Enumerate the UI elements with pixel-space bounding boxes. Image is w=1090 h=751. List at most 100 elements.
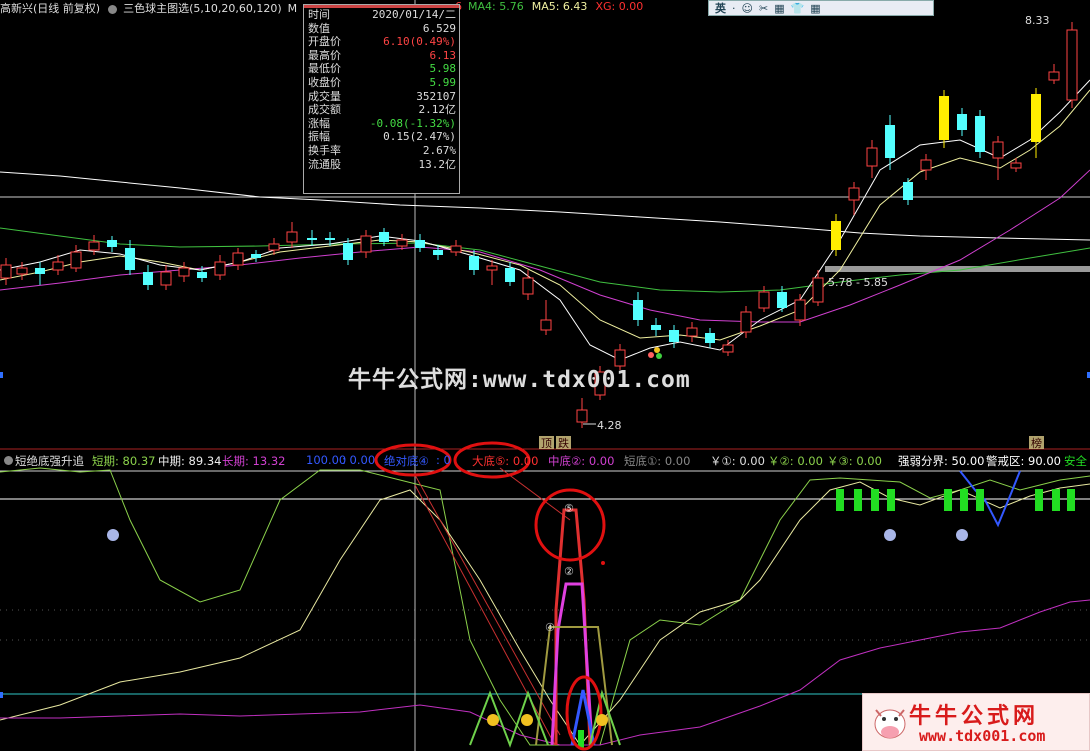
ind-short: 短期: 80.37 xyxy=(92,454,156,468)
candle-body xyxy=(286,231,298,243)
xg-label: XG: 0.00 xyxy=(595,0,644,13)
candle-body xyxy=(1031,94,1041,142)
tooltip-key: 时间 xyxy=(308,8,330,21)
candle-body xyxy=(415,240,425,248)
tooltip-value: 6.529 xyxy=(422,21,456,35)
ma5-label: MA5: 6.43 xyxy=(531,0,588,13)
ind-y2: ￥②: 0.00 xyxy=(768,454,823,468)
candle-body xyxy=(939,96,949,140)
shirt-icon[interactable]: 👕 xyxy=(791,2,805,15)
input-toolbar[interactable]: 英 · ☺ ✂ ▦ 👕 ▦ xyxy=(708,0,934,16)
tooltip-row: 流通股 13.2亿 xyxy=(304,158,459,172)
indicator-header: 短绝底强升追 短期: 80.37 中期: 89.34 长期: 13.32 100… xyxy=(0,452,1090,468)
tooltip-value: 5.99 xyxy=(429,75,457,89)
ma10-line xyxy=(0,89,1090,341)
tooltip-row: 开盘价 6.10(0.49%) xyxy=(304,35,459,49)
tooltip-key: 成交量 xyxy=(308,89,341,103)
ma120-line xyxy=(0,171,1090,241)
ind-y3: ￥③: 0.00 xyxy=(827,454,882,468)
stock-title[interactable]: 高新兴(日线 前复权) xyxy=(0,2,100,15)
tooltip-key: 最低价 xyxy=(308,62,341,76)
candle-body xyxy=(812,277,824,303)
ma4-label: MA4: 5.76 xyxy=(468,0,524,13)
candle-body xyxy=(576,409,588,423)
tooltip-value: 2.67% xyxy=(422,143,456,157)
logo-url: www.tdx001.com xyxy=(919,727,1046,745)
high-price-label: 8.33 xyxy=(1025,14,1050,27)
tooltip-key: 换手率 xyxy=(308,143,341,157)
tooltip-key: 流通股 xyxy=(308,157,341,171)
scissors-icon[interactable]: ✂ xyxy=(759,2,768,15)
ind-zero-2: : 0 xyxy=(436,453,451,467)
peak-num-5: ⑤ xyxy=(564,502,574,515)
tooltip-row: 最高价 6.13 xyxy=(304,49,459,63)
tooltip-rows: 时间 2020/01/14/二 数值 6.529 开盘价 6.10(0.49%) 最高价 6.… xyxy=(304,8,459,171)
candle-body xyxy=(160,271,172,286)
candle-body xyxy=(669,330,679,342)
red-dot xyxy=(601,561,605,565)
candle-body xyxy=(469,256,479,270)
ind-alert: 警戒区: 90.00 xyxy=(986,454,1061,468)
candle-body xyxy=(705,333,715,343)
lang-button[interactable]: 英 xyxy=(715,0,726,16)
low-price-label: 4.28 xyxy=(597,419,622,432)
peak-num-2: ② xyxy=(564,565,574,578)
tooltip-row: 振幅 0.15(2.47%) xyxy=(304,130,459,144)
tooltip-value: 2.12亿 xyxy=(418,103,457,117)
marker-right-text: 榜 xyxy=(1031,436,1042,450)
candle-body xyxy=(396,239,408,247)
three-balls-icon xyxy=(648,347,662,359)
cow-icon xyxy=(874,709,906,739)
candle-body xyxy=(740,311,752,333)
tooltip-key: 数值 xyxy=(308,21,330,35)
tooltip-row: 换手率 2.67% xyxy=(304,144,459,158)
tooltip-value: 6.10(0.49%) xyxy=(383,35,456,49)
ind-short-low: 短底①: 0.00 xyxy=(624,454,691,468)
signal-green-bar xyxy=(578,730,584,748)
marker-top-text: 顶 xyxy=(541,437,552,450)
candle-body xyxy=(505,268,515,282)
candle-body xyxy=(433,250,443,255)
ind-strong: 强弱分界: 50.00 xyxy=(898,454,985,468)
candle-body xyxy=(379,232,389,242)
candle-tooltip: 时间 2020/01/14/二 数值 6.529 开盘价 6.10(0.49%) 最高价 6.… xyxy=(303,4,460,194)
candle-body xyxy=(0,264,12,279)
peak-num-4: ④ xyxy=(545,621,555,634)
tooltip-key: 开盘价 xyxy=(308,35,341,49)
apps-icon[interactable]: ▦ xyxy=(810,2,820,15)
candle-body xyxy=(992,141,1004,159)
candle-body xyxy=(214,261,226,276)
tooltip-key: 最高价 xyxy=(308,48,341,62)
candle-body xyxy=(957,114,967,130)
emoji-icon[interactable]: ☺ xyxy=(742,2,753,15)
candle-body xyxy=(178,267,190,277)
candle-body xyxy=(268,243,280,251)
tooltip-row: 成交额 2.12亿 xyxy=(304,103,459,117)
candle-body xyxy=(486,265,498,271)
ind-name[interactable]: 短绝底强升追 xyxy=(15,453,84,469)
tooltip-row: 成交量 352107 xyxy=(304,90,459,104)
tooltip-row: 收盘价 5.99 xyxy=(304,76,459,90)
tooltip-value: 13.2亿 xyxy=(418,157,457,171)
ind-mid-low: 中底②: 0.00 xyxy=(548,454,615,468)
candle-body xyxy=(450,245,462,253)
candle-body xyxy=(633,300,643,320)
settings-icon[interactable] xyxy=(108,4,118,14)
tooltip-key: 涨幅 xyxy=(308,116,330,130)
grid-icon[interactable]: ▦ xyxy=(774,2,784,15)
candle-body xyxy=(1010,162,1022,169)
candle-body xyxy=(1066,29,1078,101)
formula-title[interactable]: 三色球主图选(5,10,20,60,120) xyxy=(123,2,282,15)
tooltip-row: 数值 6.529 xyxy=(304,22,459,36)
ma5-line xyxy=(0,79,1090,361)
candle-body xyxy=(251,254,261,258)
candle-body xyxy=(831,221,841,250)
dot-icon[interactable]: · xyxy=(732,2,736,15)
tooltip-value: 6.13 xyxy=(429,48,457,62)
ind-long: 长期: 13.32 xyxy=(222,454,286,468)
tooltip-row: 最低价 5.98 xyxy=(304,62,459,76)
candle-body xyxy=(722,344,734,353)
tooltip-value: 0.15(2.47%) xyxy=(383,130,456,144)
candle-body xyxy=(125,248,135,270)
candle-body xyxy=(16,267,28,275)
